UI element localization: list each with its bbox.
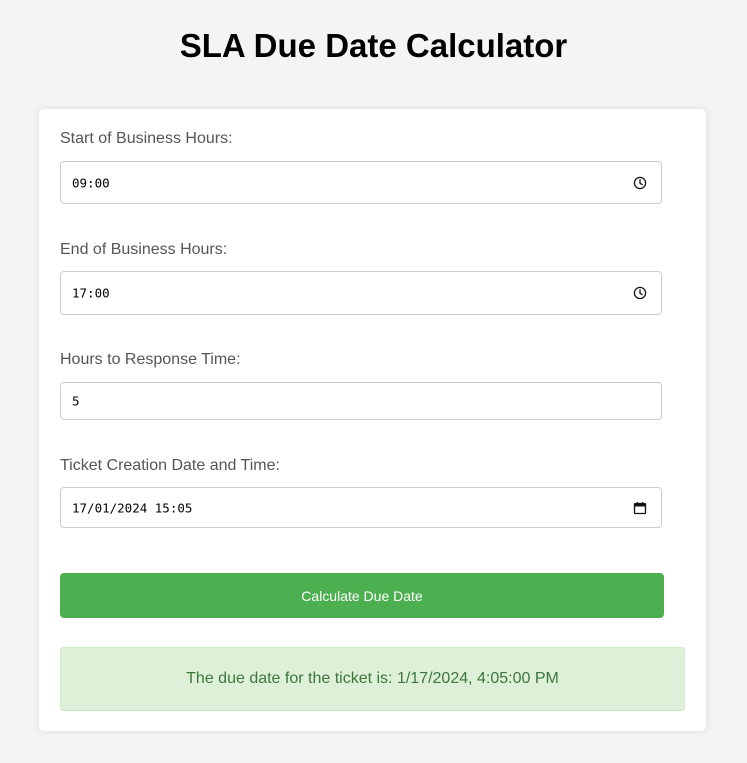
end-hours-value: 17:00 bbox=[72, 285, 110, 301]
clock-icon[interactable] bbox=[633, 286, 647, 300]
calculate-due-date-button[interactable]: Calculate Due Date bbox=[60, 573, 664, 618]
calculator-card: Start of Business Hours: 09:00 End of Bu… bbox=[39, 109, 706, 731]
end-hours-input[interactable]: 17:00 bbox=[60, 271, 662, 315]
ticket-created-value: 17/01/2024 15:05 bbox=[72, 500, 193, 515]
ticket-created-input[interactable]: 17/01/2024 15:05 bbox=[60, 487, 662, 528]
start-hours-value: 09:00 bbox=[72, 175, 110, 190]
result-message: The due date for the ticket is: 1/17/202… bbox=[60, 647, 685, 711]
clock-icon[interactable] bbox=[633, 176, 647, 190]
page-title: SLA Due Date Calculator bbox=[179, 27, 568, 64]
start-hours-label: Start of Business Hours: bbox=[60, 130, 233, 147]
calendar-icon[interactable] bbox=[633, 501, 647, 515]
response-hours-label: Hours to Response Time: bbox=[60, 351, 241, 368]
start-hours-input[interactable]: 09:00 bbox=[60, 161, 662, 204]
response-hours-input[interactable]: 5 bbox=[60, 382, 662, 420]
response-hours-value: 5 bbox=[72, 393, 80, 409]
ticket-created-label: Ticket Creation Date and Time: bbox=[60, 457, 280, 474]
end-hours-label: End of Business Hours: bbox=[60, 241, 228, 258]
